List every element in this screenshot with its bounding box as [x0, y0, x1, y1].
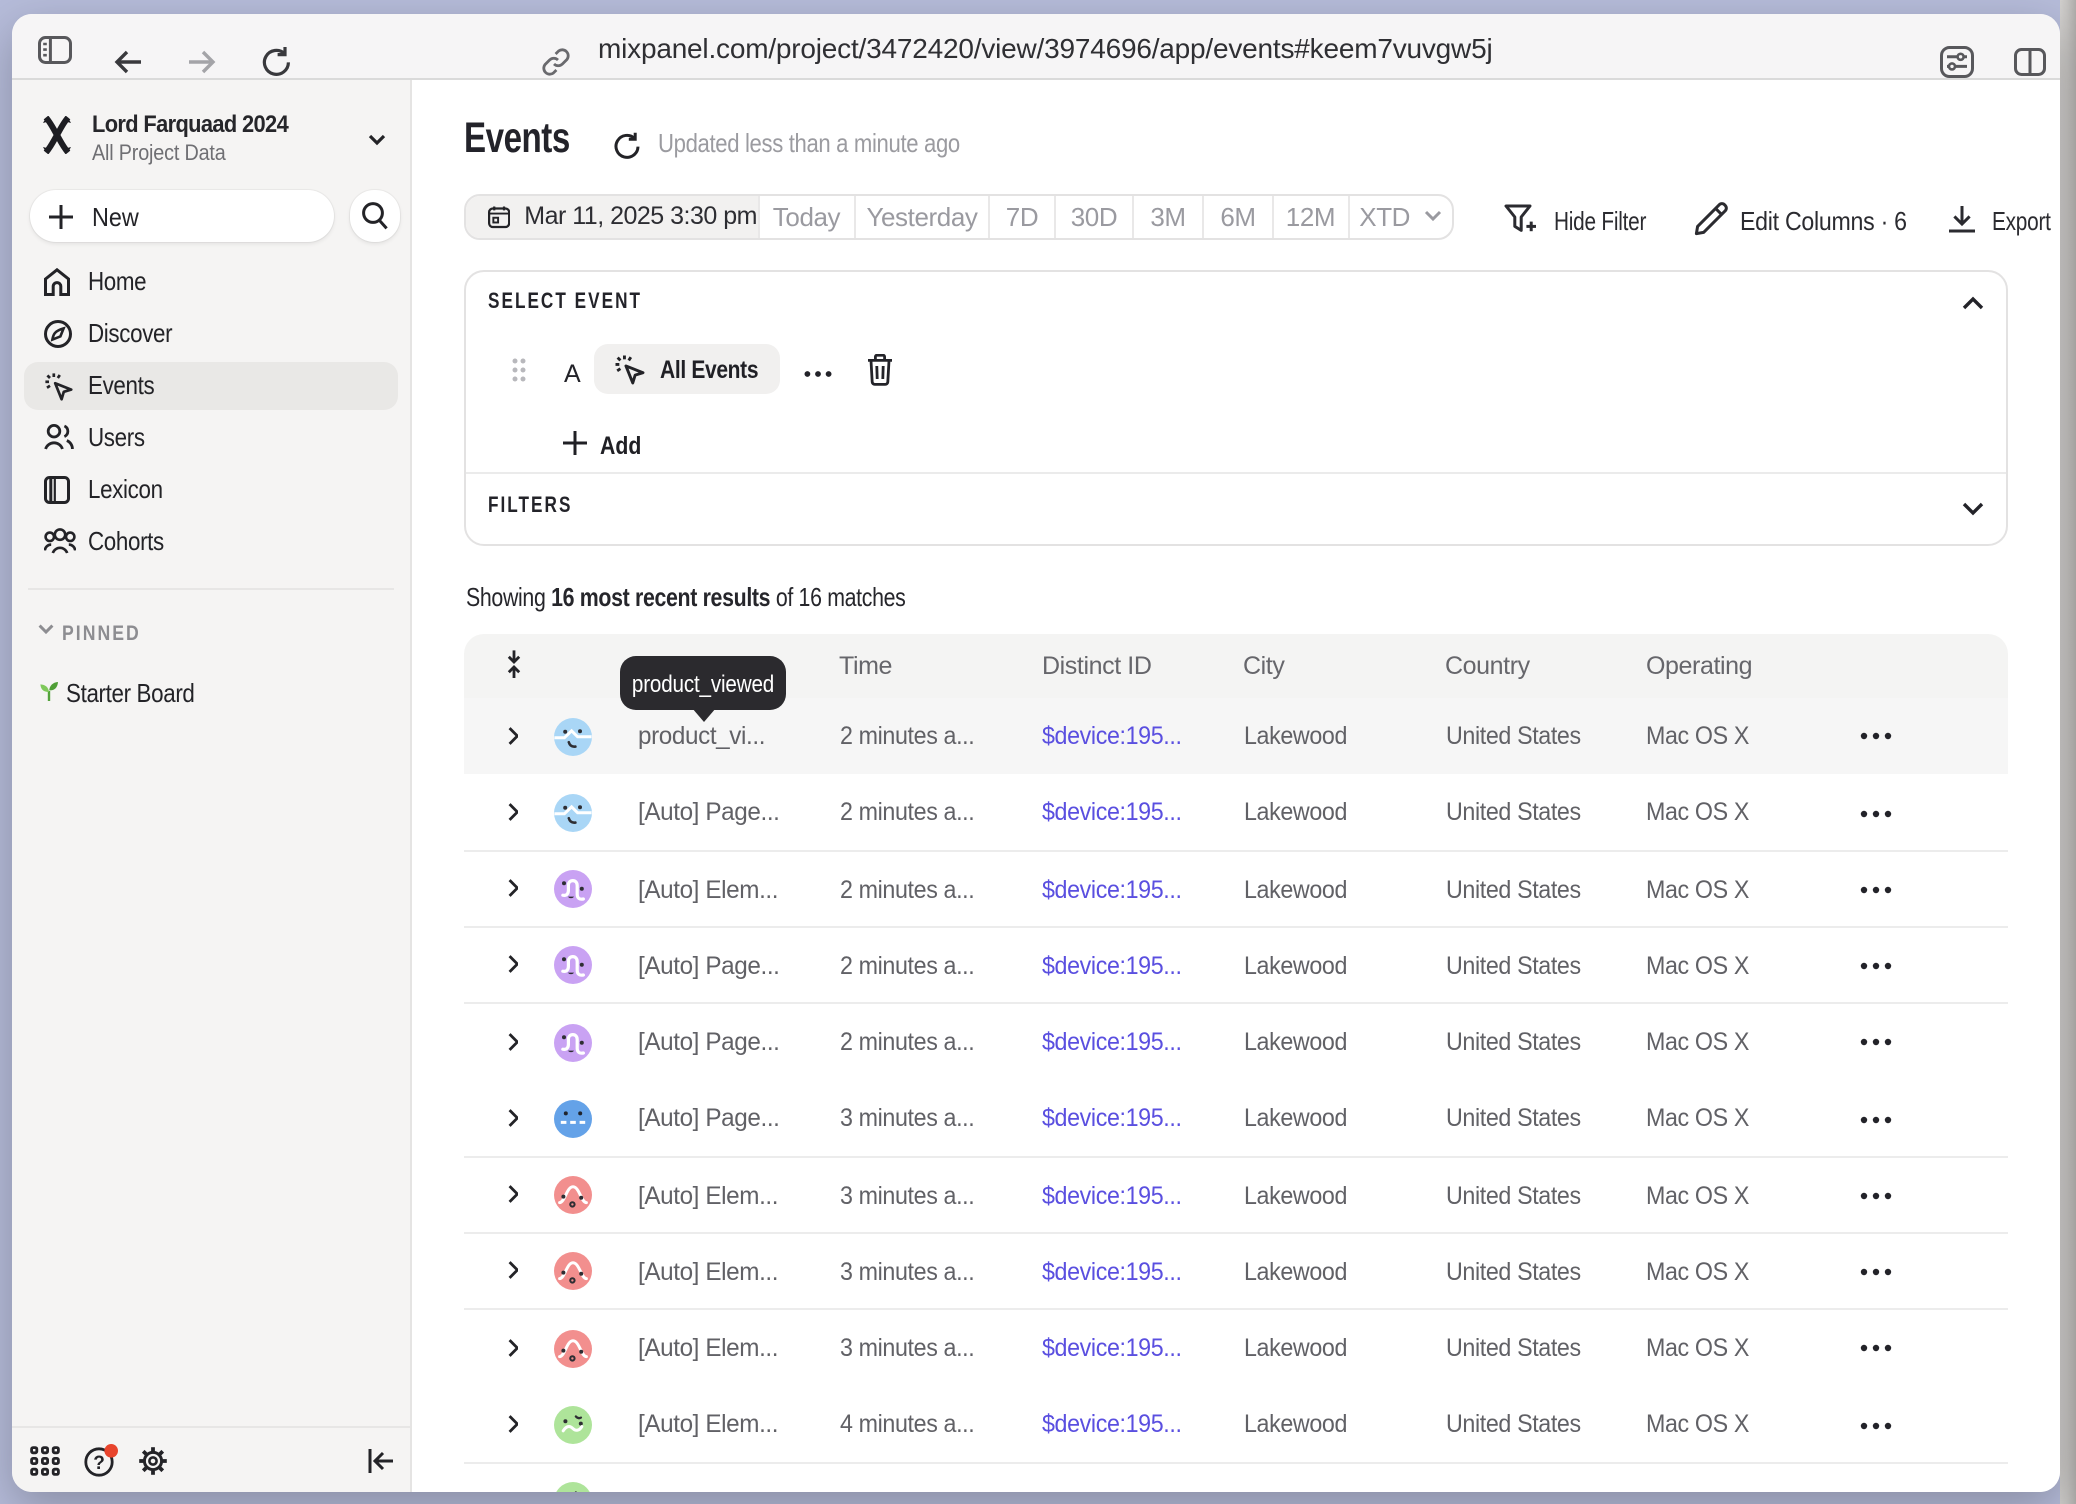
svg-text:?: ? [92, 1452, 104, 1473]
